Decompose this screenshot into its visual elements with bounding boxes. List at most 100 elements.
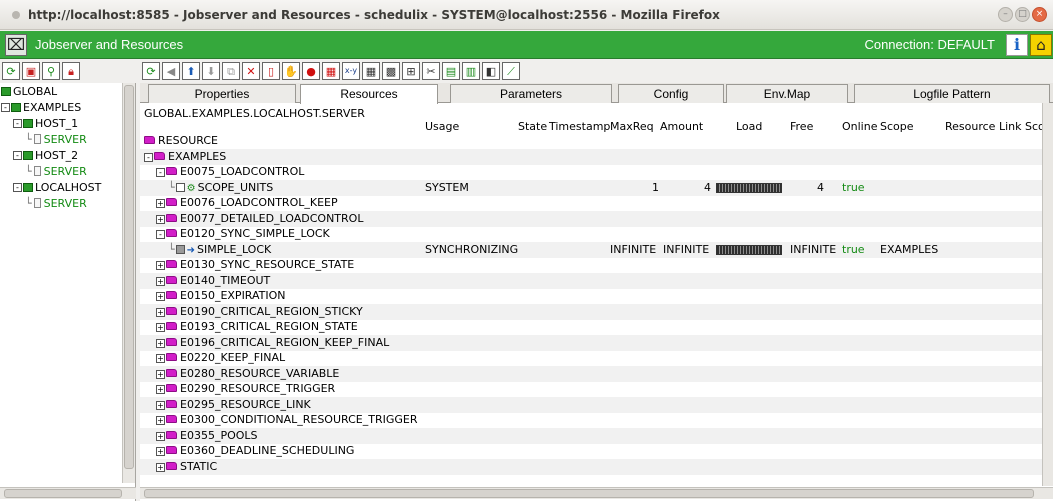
expand-icon[interactable]: +	[156, 323, 165, 332]
expand-icon[interactable]: +	[156, 261, 165, 270]
copy-icon[interactable]: ⧉	[222, 62, 240, 80]
expand-icon[interactable]: +	[156, 214, 165, 224]
collapse-icon[interactable]: -	[13, 150, 22, 160]
collapse-icon[interactable]: -	[144, 152, 153, 162]
expand-icon[interactable]: +	[156, 292, 165, 301]
expand-icon[interactable]: +	[156, 338, 165, 348]
resource-row[interactable]: + E0130_SYNC_RESOURCE_STATE	[140, 257, 1045, 273]
left-vertical-scrollbar[interactable]	[122, 83, 135, 483]
resource-row[interactable]: + E0290_RESOURCE_TRIGGER	[140, 381, 1045, 397]
tree-node[interactable]: GLOBAL	[1, 83, 57, 99]
col-maxreq[interactable]: MaxReq	[610, 120, 654, 133]
new-document-icon[interactable]: ▯	[262, 62, 280, 80]
resource-row[interactable]: RESOURCE	[140, 133, 1045, 149]
table-icon[interactable]: ⊞	[402, 62, 420, 80]
collapse-icon[interactable]: -	[13, 182, 22, 192]
maximize-icon[interactable]: □	[1015, 7, 1030, 22]
resource-row[interactable]: + E0196_CRITICAL_REGION_KEEP_FINAL	[140, 334, 1045, 351]
col-amount[interactable]: Amount	[660, 120, 703, 133]
col-resource-link-scope[interactable]: Resource Link Scope	[945, 120, 1053, 133]
col-load[interactable]: Load	[736, 120, 762, 133]
close-icon[interactable]: ×	[1032, 7, 1047, 22]
expand-icon[interactable]: +	[156, 447, 165, 456]
resource-row[interactable]: - E0075_LOADCONTROL	[140, 164, 1045, 180]
resource-row[interactable]: - EXAMPLES	[140, 148, 1045, 165]
expand-icon[interactable]: +	[156, 199, 165, 208]
col-usage[interactable]: Usage	[425, 120, 459, 133]
resource-row[interactable]: - E0120_SYNC_SIMPLE_LOCK	[140, 226, 1045, 242]
left-horizontal-scrollbar[interactable]	[0, 487, 136, 499]
line-chart-icon[interactable]: ⟋	[502, 62, 520, 80]
download-icon[interactable]: ⬇	[202, 62, 220, 80]
new-folder-icon[interactable]: ▣	[22, 62, 40, 80]
expand-icon[interactable]: +	[156, 276, 165, 286]
resource-row[interactable]: + E0280_RESOURCE_VARIABLE	[140, 365, 1045, 382]
tab-config[interactable]: Config	[618, 84, 724, 103]
clipboard-icon[interactable]: ▥	[462, 62, 480, 80]
info-icon[interactable]: i	[1006, 34, 1028, 56]
right-vertical-scrollbar[interactable]	[1042, 103, 1053, 486]
resource-row[interactable]: + E0220_KEEP_FINAL	[140, 350, 1045, 366]
tab-env-map[interactable]: Env.Map	[726, 84, 848, 103]
collapse-icon[interactable]: -	[156, 168, 165, 177]
right-hscroll-thumb[interactable]	[144, 489, 1034, 498]
col-free[interactable]: Free	[790, 120, 813, 133]
col-state[interactable]: State	[518, 120, 547, 133]
col-online[interactable]: Online	[842, 120, 877, 133]
back-icon[interactable]: ◀	[162, 62, 180, 80]
right-horizontal-scrollbar[interactable]	[140, 487, 1053, 499]
resource-row[interactable]: + E0295_RESOURCE_LINK	[140, 396, 1045, 413]
resource-row[interactable]: + E0300_CONDITIONAL_RESOURCE_TRIGGER	[140, 412, 1045, 428]
minimize-icon[interactable]: –	[998, 7, 1013, 22]
resource-row[interactable]: └ ➜ SIMPLE_LOCK SYNCHRONIZING INFINITE INFINI…	[140, 241, 1045, 258]
collapse-icon[interactable]: -	[13, 118, 22, 128]
tree-node[interactable]: - LOCALHOST	[13, 179, 101, 195]
paste-icon[interactable]: ▤	[442, 62, 460, 80]
expand-icon[interactable]: +	[156, 385, 165, 394]
resource-row[interactable]: + E0150_EXPIRATION	[140, 288, 1045, 304]
tree-node[interactable]: - HOST_1	[13, 115, 78, 131]
home-icon[interactable]: ⌂	[1030, 34, 1052, 56]
tab-parameters[interactable]: Parameters	[450, 84, 612, 103]
resource-checkbox[interactable]	[175, 183, 185, 192]
resource-row[interactable]: + STATIC	[140, 458, 1045, 475]
left-scroll-thumb[interactable]	[124, 85, 134, 469]
collapse-icon[interactable]: -	[1, 102, 10, 112]
tab-properties[interactable]: Properties	[148, 84, 296, 103]
resource-row[interactable]: + E0077_DETAILED_LOADCONTROL	[140, 210, 1045, 227]
stop-hand-icon[interactable]: ✋	[282, 62, 300, 80]
tree-node[interactable]: └ SERVER	[25, 163, 87, 179]
resource-row[interactable]: + E0193_CRITICAL_REGION_STATE	[140, 319, 1045, 335]
tree-node[interactable]: - HOST_2	[13, 147, 78, 163]
col-scope[interactable]: Scope	[880, 120, 914, 133]
cut-icon[interactable]: ✂	[422, 62, 440, 80]
search-icon[interactable]: ⚲	[42, 62, 60, 80]
expand-icon[interactable]: +	[156, 354, 165, 363]
tree-node[interactable]: └ SERVER	[25, 195, 87, 211]
expand-icon[interactable]: +	[156, 400, 165, 410]
expand-icon[interactable]: +	[156, 369, 165, 379]
resource-checkbox[interactable]	[175, 245, 185, 254]
split-view-icon[interactable]: ◧	[482, 62, 500, 80]
xy-icon[interactable]: x-y	[342, 62, 360, 80]
up-icon[interactable]: ⬆	[182, 62, 200, 80]
resource-row[interactable]: + E0140_TIMEOUT	[140, 272, 1045, 289]
col-timestamp[interactable]: Timestamp	[549, 120, 610, 133]
tree-node[interactable]: └ SERVER	[25, 131, 87, 147]
refresh-icon[interactable]: ⟳	[142, 62, 160, 80]
tree-node[interactable]: - EXAMPLES	[1, 99, 81, 115]
delete-icon[interactable]: ✕	[242, 62, 260, 80]
resource-row[interactable]: + E0355_POOLS	[140, 427, 1045, 444]
window-menu-dot-icon[interactable]	[12, 10, 20, 19]
expand-icon[interactable]: +	[156, 431, 165, 441]
expand-icon[interactable]: +	[156, 462, 165, 472]
record-icon[interactable]: ●	[302, 62, 320, 80]
grid-alt-icon[interactable]: ▩	[382, 62, 400, 80]
refresh-icon[interactable]: ⟳	[2, 62, 20, 80]
resource-row[interactable]: + E0076_LOADCONTROL_KEEP	[140, 195, 1045, 211]
lock-icon[interactable]: 🔒︎	[62, 62, 80, 80]
resource-row[interactable]: + E0190_CRITICAL_REGION_STICKY	[140, 303, 1045, 320]
tab-logfile-pattern[interactable]: Logfile Pattern	[854, 84, 1050, 103]
resource-row[interactable]: + E0360_DEADLINE_SCHEDULING	[140, 443, 1045, 459]
collapse-icon[interactable]: -	[156, 230, 165, 239]
